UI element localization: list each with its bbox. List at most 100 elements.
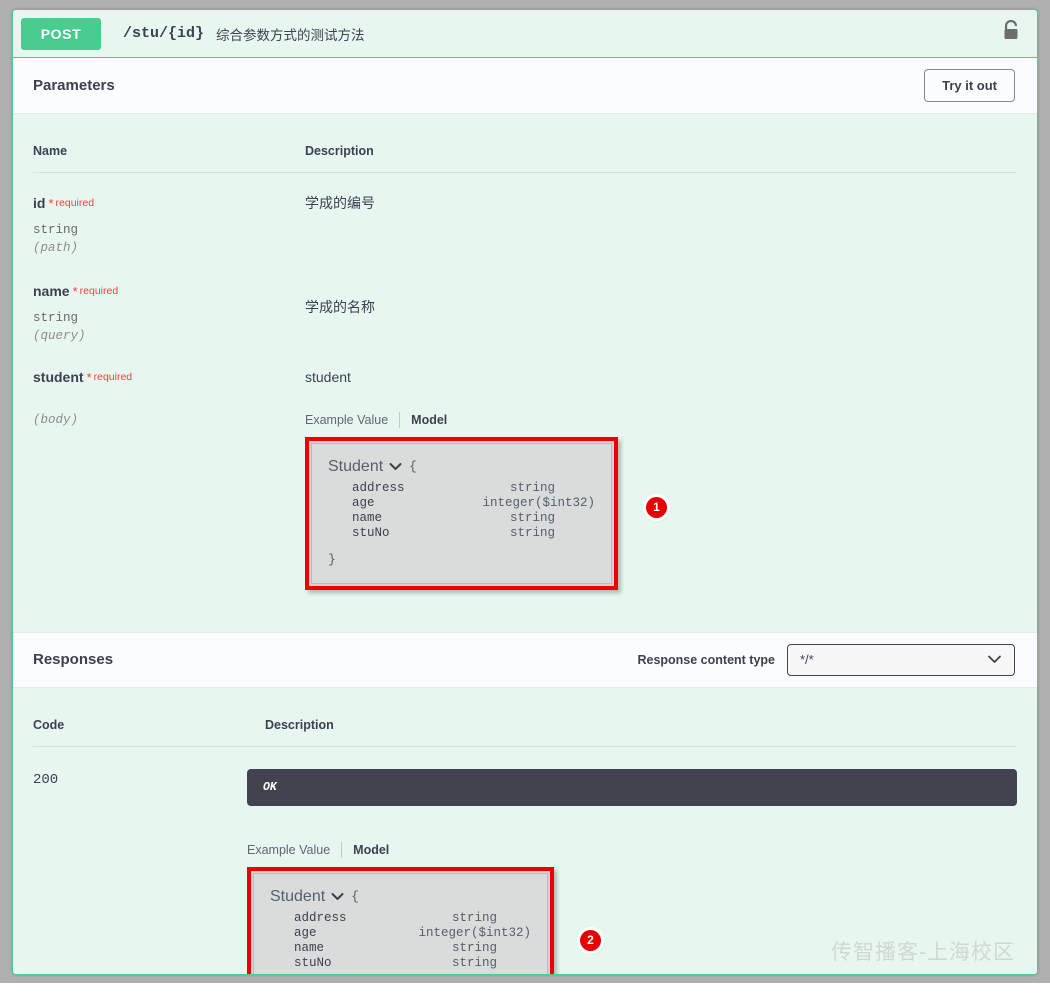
parameter-description-cell: 学成的名称 [305,283,1017,343]
response-description-text: OK [263,780,277,794]
model-tab-group: Example Value Model [247,841,1017,858]
chevron-down-icon [987,651,1002,669]
column-header-code: Code [33,717,65,732]
column-header-description: Description [305,144,374,158]
property-key: age [294,925,317,940]
property-type: integer($int32) [482,495,595,510]
tab-example-value[interactable]: Example Value [247,843,330,857]
annotation-badge-1: 1 [646,496,667,518]
column-header-description: Description [265,717,334,732]
parameter-type: string [33,311,79,325]
parameter-location: (body) [33,413,79,427]
model-title-line[interactable]: Student { [270,888,531,906]
model-name: Student [328,457,384,475]
required-star: * [72,284,78,299]
model-property-row: address string [352,481,595,496]
model-title-line[interactable]: Student { [328,458,595,476]
parameter-name: id [33,195,46,211]
property-key: address [352,480,405,495]
parameter-name-line: student * required [33,369,305,387]
responses-title: Responses [33,651,114,669]
property-key: stuNo [294,955,332,970]
parameter-name: student [33,369,84,385]
property-type: string [452,955,498,970]
model-property-row: name string [352,511,595,526]
tab-separator [399,411,401,428]
parameter-location: (path) [33,241,79,255]
property-type: string [452,910,498,925]
parameter-description: student [305,369,351,385]
chevron-down-icon[interactable] [331,888,344,906]
parameter-row: name * required string (query) 学成的名称 [33,255,1017,343]
required-label: required [79,285,119,297]
chevron-down-icon[interactable] [389,458,402,476]
model-name: Student [270,887,326,905]
required-label: required [55,197,95,209]
required-star: * [86,370,92,385]
response-description-bar: OK [247,768,1017,806]
model-property-list: address string age integer($int32) name [270,911,531,971]
parameters-section-header: Parameters Try it out [13,58,1037,114]
property-type: integer($int32) [418,925,531,940]
parameter-description-cell: 学成的编号 [305,195,1017,255]
operation-path: /stu/{id} [123,25,205,42]
model-property-list: address string age integer($int32) name [328,481,595,541]
parameter-name: name [33,283,70,299]
parameter-row: student * required (body) student Example … [33,343,1017,632]
model-open-brace: { [351,889,359,905]
model-property-row: age integer($int32) [294,926,531,941]
parameter-description: 学成的名称 [305,299,375,315]
required-star: * [48,196,54,211]
tab-model[interactable]: Model [411,413,447,427]
property-key: address [294,910,347,925]
model-tab-group: Example Value Model [305,411,1017,428]
annotation-badge-2: 2 [580,929,601,951]
property-type: string [510,525,556,540]
required-label: required [93,371,133,383]
response-model-box: Student { address string age integer($in… [253,872,548,974]
property-type: string [510,510,556,525]
parameters-title: Parameters [33,77,115,94]
response-row: 200 OK Example Value Model Student {add… [33,747,1017,974]
tab-example-value[interactable]: Example Value [305,413,388,427]
model-close-brace: } [328,551,336,567]
property-type: string [510,480,556,495]
operation-summary-bar[interactable]: POST /stu/{id} 综合参数方式的测试方法 [13,10,1037,58]
http-method-badge: POST [21,17,101,50]
parameter-name-line: name * required [33,283,305,301]
response-description-cell: OK Example Value Model Student {address… [247,768,1017,974]
model-property-row: age integer($int32) [352,496,595,511]
property-key: name [294,940,325,955]
parameter-type: string [33,223,79,237]
response-content-type-select[interactable]: */* [787,643,1015,676]
model-open-brace: { [409,459,417,475]
model-property-row: name string [294,941,531,956]
annotation-rectangle: Student { address string age integer($in… [247,866,554,974]
try-it-out-button[interactable]: Try it out [924,69,1015,102]
parameter-description-cell: student Example Value Model Student {ad… [305,369,1017,590]
response-code: 200 [33,771,59,788]
parameter-description: 学成的编号 [305,195,375,211]
annotation-rectangle: Student { address string age integer($in… [305,436,618,590]
parameter-row: id * required string (path) 学成的编号 [33,173,1017,255]
responses-section-header: Responses Response content type */* [13,631,1037,688]
model-property-row: stuNo string [294,956,531,971]
parameter-name-line: id * required [33,195,305,213]
property-key: age [352,495,375,510]
responses-column-headers: Code Description [33,688,1017,747]
parameters-body: Name Description id * required string (pat… [13,114,1037,632]
response-content-type-value: */* [800,652,814,668]
response-model-annotated: Student { address string age integer($in… [247,866,601,974]
parameter-name-cell: id * required string (path) [33,195,305,255]
parameter-name-cell: student * required (body) [33,369,305,590]
property-key: stuNo [352,525,390,540]
model-property-row: address string [294,911,531,926]
parameter-location: (query) [33,329,86,343]
property-key: name [352,510,383,525]
unlocked-padlock-icon[interactable] [1001,19,1021,48]
responses-body: Code Description 200 OK Example Value Mo… [13,687,1037,974]
tab-model[interactable]: Model [353,843,389,857]
column-header-name: Name [33,144,68,158]
tab-separator [341,841,343,858]
response-content-type-label: Response content type [637,652,775,667]
